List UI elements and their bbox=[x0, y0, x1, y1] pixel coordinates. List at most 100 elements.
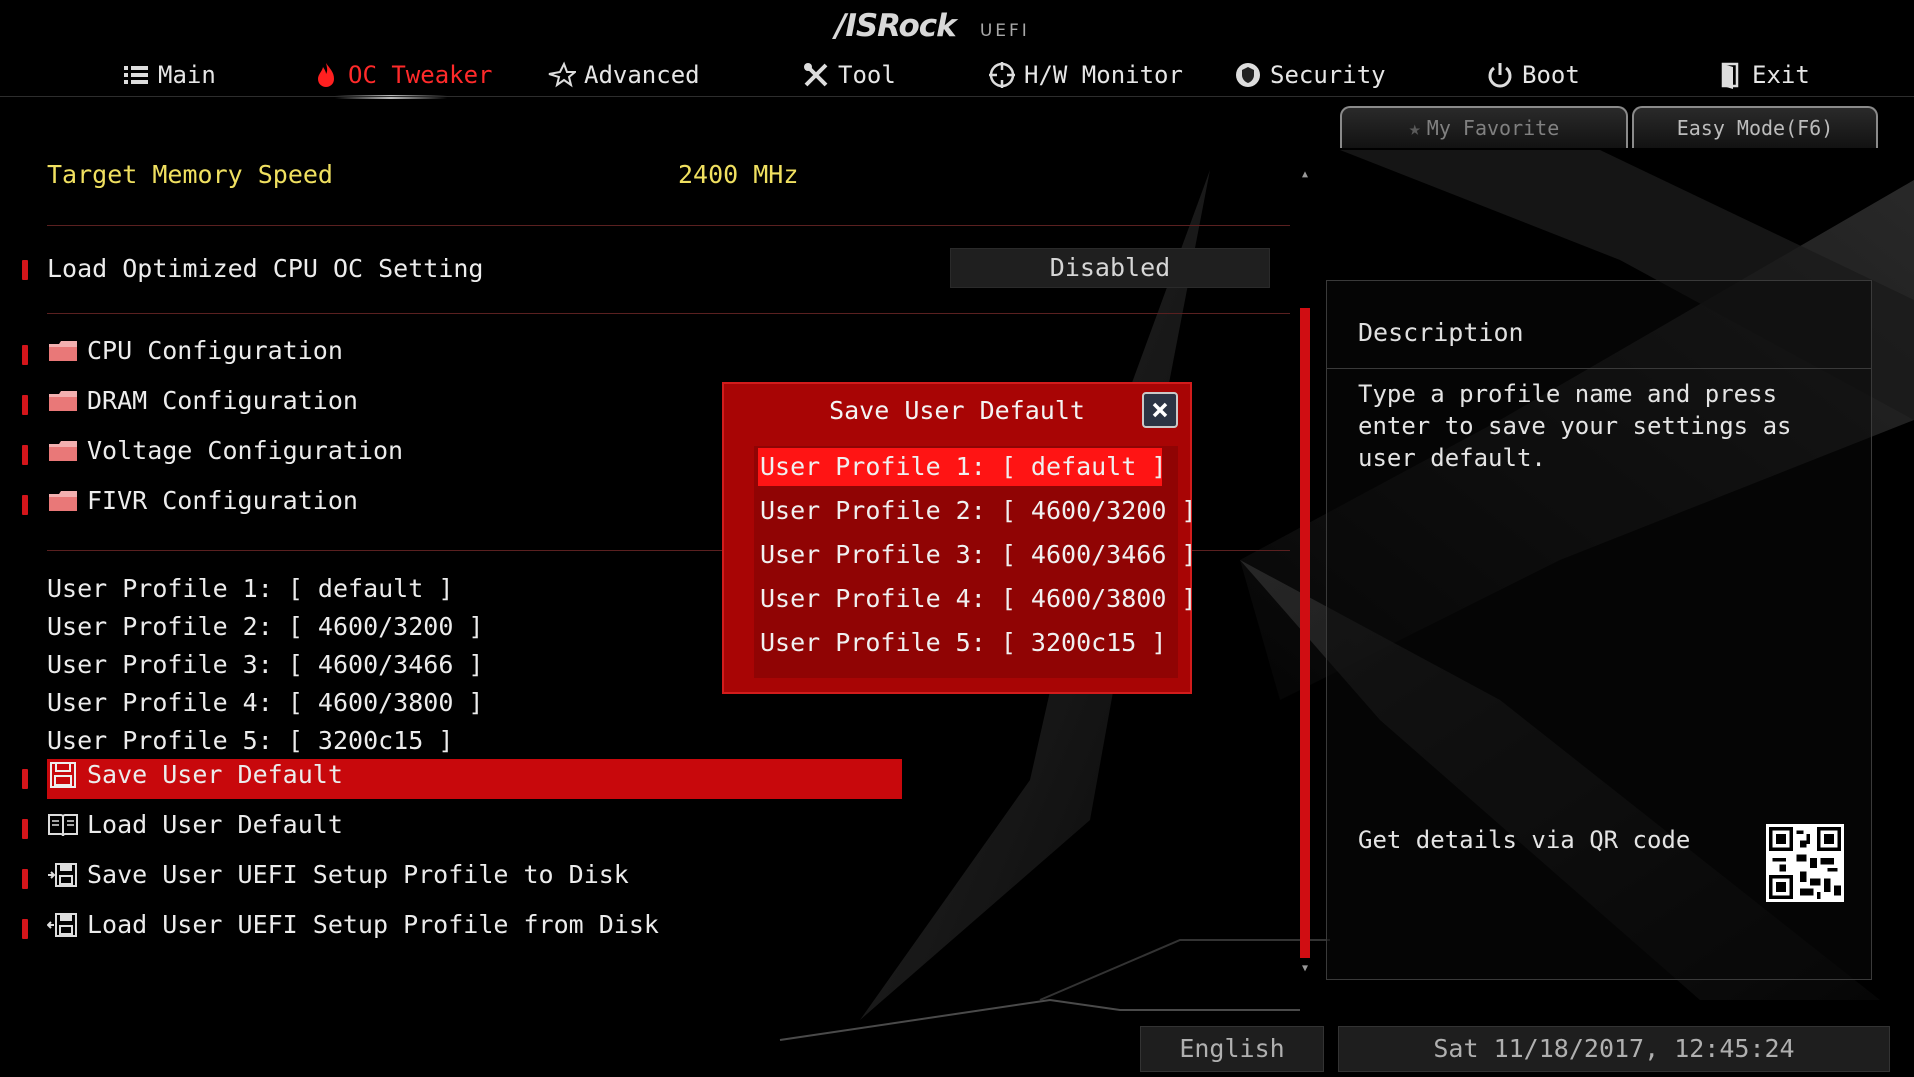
target-memory-speed-label: Target Memory Speed bbox=[47, 160, 333, 189]
tools-icon bbox=[804, 63, 828, 87]
nav-divider bbox=[0, 96, 1914, 97]
tab-boot-label: Boot bbox=[1522, 61, 1580, 89]
scroll-thumb[interactable] bbox=[1300, 308, 1310, 958]
cpu-configuration-label: CPU Configuration bbox=[87, 336, 343, 365]
save-profile-to-disk-item[interactable]: Save User UEFI Setup Profile to Disk bbox=[47, 860, 629, 889]
row-marker bbox=[22, 445, 28, 465]
row-marker bbox=[22, 869, 28, 889]
tab-oc-tweaker-label: OC Tweaker bbox=[348, 61, 493, 89]
description-title: Description bbox=[1358, 318, 1524, 347]
tab-tool-label: Tool bbox=[838, 61, 896, 89]
row-marker bbox=[22, 345, 28, 365]
qr-code-icon bbox=[1769, 827, 1841, 899]
tab-main[interactable]: Main bbox=[122, 55, 216, 95]
description-panel: Description Type a profile name and pres… bbox=[1326, 280, 1872, 980]
tab-boot[interactable]: Boot bbox=[1486, 55, 1580, 95]
folder-icon bbox=[49, 440, 77, 461]
profile-list: User Profile 1: [ default ] User Profile… bbox=[754, 446, 1197, 678]
save-profile-to-disk-label: Save User UEFI Setup Profile to Disk bbox=[87, 860, 629, 889]
folder-icon bbox=[49, 390, 77, 411]
user-profile-1-info: User Profile 1: [ default ] bbox=[47, 574, 454, 603]
easy-mode-button[interactable]: Easy Mode(F6) bbox=[1632, 106, 1878, 148]
tab-tool[interactable]: Tool bbox=[802, 55, 896, 95]
profile-option-5[interactable]: User Profile 5: [ 3200c15 ] bbox=[758, 624, 1166, 662]
target-memory-speed-value: 2400 MHz bbox=[678, 160, 799, 189]
tab-main-label: Main bbox=[158, 61, 216, 89]
shield-icon bbox=[1236, 63, 1260, 87]
dram-configuration-label: DRAM Configuration bbox=[87, 386, 358, 415]
description-divider bbox=[1326, 368, 1872, 369]
top-navigation: Main OC Tweaker Advanced Tool H/W Monito… bbox=[0, 55, 1914, 99]
cpu-configuration-item[interactable]: CPU Configuration bbox=[47, 336, 343, 365]
tab-oc-tweaker[interactable]: OC Tweaker bbox=[312, 55, 493, 95]
separator bbox=[47, 313, 1290, 314]
scroll-up-arrow-icon[interactable]: ▲ bbox=[1298, 168, 1312, 182]
save-user-default-dialog: Save User Default User Profile 1: [ defa… bbox=[722, 382, 1197, 694]
description-text: Type a profile name and press enter to s… bbox=[1358, 380, 1792, 472]
datetime-display: Sat 11/18/2017, 12:45:24 bbox=[1338, 1026, 1890, 1072]
tab-security-label: Security bbox=[1270, 61, 1386, 89]
row-marker bbox=[22, 919, 28, 939]
profile-option-1[interactable]: User Profile 1: [ default ] bbox=[758, 448, 1166, 486]
language-selector[interactable]: English bbox=[1140, 1026, 1324, 1072]
voltage-configuration-label: Voltage Configuration bbox=[87, 436, 404, 465]
tab-advanced[interactable]: Advanced bbox=[548, 55, 700, 95]
tab-hw-monitor-label: H/W Monitor bbox=[1024, 61, 1183, 89]
load-user-default-item[interactable]: Load User Default bbox=[47, 810, 343, 839]
user-profile-3-info: User Profile 3: [ 4600/3466 ] bbox=[47, 650, 484, 679]
tab-hw-monitor[interactable]: H/W Monitor bbox=[988, 55, 1183, 95]
user-profile-2-info: User Profile 2: [ 4600/3200 ] bbox=[47, 612, 484, 641]
qr-code bbox=[1766, 824, 1844, 902]
monitor-icon bbox=[989, 62, 1015, 88]
load-user-default-label: Load User Default bbox=[87, 810, 343, 839]
folder-icon bbox=[49, 490, 77, 511]
dram-configuration-item[interactable]: DRAM Configuration bbox=[47, 386, 358, 415]
row-marker bbox=[22, 495, 28, 515]
disk-load-icon bbox=[47, 912, 77, 937]
fivr-configuration-label: FIVR Configuration bbox=[87, 486, 358, 515]
profile-option-4[interactable]: User Profile 4: [ 4600/3800 ] bbox=[758, 580, 1197, 618]
row-marker bbox=[22, 769, 28, 789]
tab-exit-label: Exit bbox=[1752, 61, 1810, 89]
asrock-logo-text: /ISRock bbox=[835, 8, 957, 44]
user-profile-4-info: User Profile 4: [ 4600/3800 ] bbox=[47, 688, 484, 717]
flame-icon bbox=[318, 63, 334, 87]
close-icon bbox=[1152, 402, 1168, 418]
star-icon bbox=[548, 61, 576, 88]
uefi-label: UEFI bbox=[979, 21, 1030, 41]
profile-option-2[interactable]: User Profile 2: [ 4600/3200 ] bbox=[758, 492, 1197, 530]
save-user-default-item[interactable]: Save User Default bbox=[47, 760, 343, 789]
star-icon: ★ bbox=[1408, 116, 1421, 140]
row-marker bbox=[22, 819, 28, 839]
exit-door-icon bbox=[1721, 62, 1739, 89]
user-profile-5-info: User Profile 5: [ 3200c15 ] bbox=[47, 726, 454, 755]
power-icon bbox=[1488, 63, 1512, 88]
easy-mode-label: Easy Mode(F6) bbox=[1676, 116, 1834, 140]
row-marker bbox=[22, 395, 28, 415]
tab-exit[interactable]: Exit bbox=[1716, 55, 1810, 95]
profile-option-3[interactable]: User Profile 3: [ 4600/3466 ] bbox=[758, 536, 1197, 574]
list-icon bbox=[124, 66, 148, 84]
voltage-configuration-item[interactable]: Voltage Configuration bbox=[47, 436, 403, 465]
load-optimized-cpu-oc-select[interactable]: Disabled bbox=[950, 248, 1270, 288]
separator bbox=[47, 225, 1290, 226]
folder-icon bbox=[49, 340, 77, 361]
scrollbar[interactable]: ▲ ▼ bbox=[1298, 168, 1312, 976]
scroll-down-arrow-icon[interactable]: ▼ bbox=[1298, 962, 1312, 976]
tab-security[interactable]: Security bbox=[1234, 55, 1386, 95]
save-user-default-label: Save User Default bbox=[87, 760, 343, 789]
row-marker bbox=[22, 260, 28, 280]
disk-save-icon bbox=[48, 862, 77, 887]
brand-logo: /ISRock UEFI bbox=[835, 8, 1030, 48]
fivr-configuration-item[interactable]: FIVR Configuration bbox=[47, 486, 358, 515]
floppy-disk-icon bbox=[50, 761, 76, 788]
load-optimized-cpu-oc-label[interactable]: Load Optimized CPU OC Setting bbox=[47, 254, 484, 283]
open-book-icon bbox=[48, 813, 78, 836]
dialog-title: Save User Default bbox=[829, 396, 1085, 425]
load-profile-from-disk-label: Load User UEFI Setup Profile from Disk bbox=[87, 910, 659, 939]
my-favorite-button[interactable]: ★ My Favorite bbox=[1340, 106, 1628, 148]
close-button[interactable] bbox=[1142, 392, 1178, 428]
load-profile-from-disk-item[interactable]: Load User UEFI Setup Profile from Disk bbox=[47, 910, 659, 939]
my-favorite-label: My Favorite bbox=[1426, 116, 1560, 140]
tab-advanced-label: Advanced bbox=[584, 61, 700, 89]
